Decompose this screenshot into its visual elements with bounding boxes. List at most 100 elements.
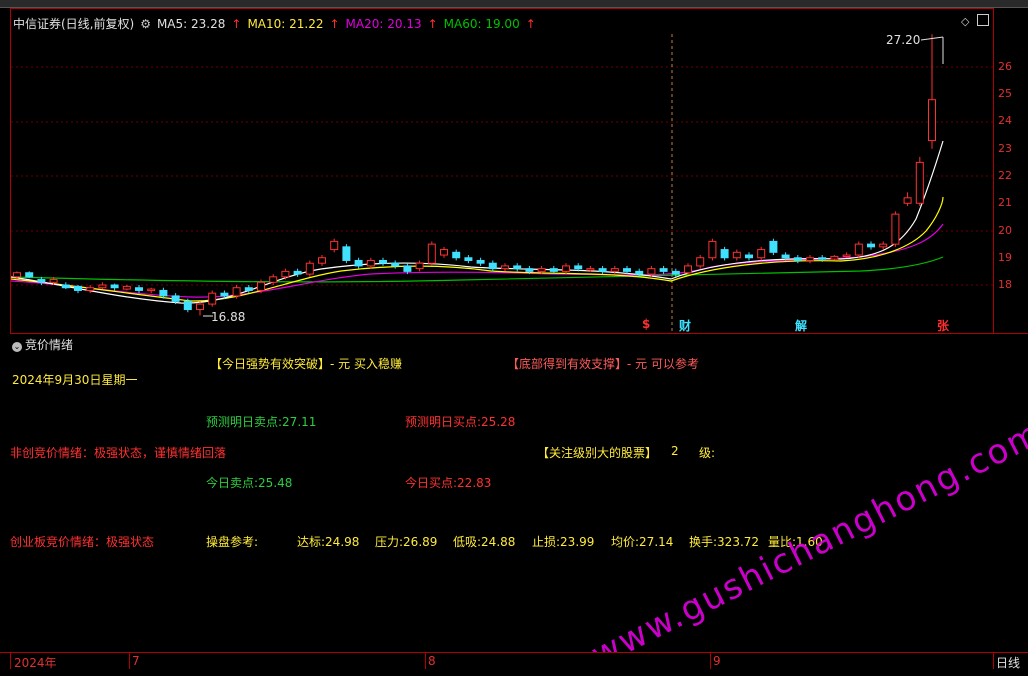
candle-body	[684, 265, 692, 274]
candle-body	[403, 265, 412, 272]
date-year: 2024年	[14, 656, 57, 670]
candle-body	[854, 243, 863, 256]
candle-body	[671, 270, 680, 275]
candle-body	[427, 243, 436, 264]
candle-body	[159, 289, 168, 297]
candle-body	[342, 246, 351, 261]
pred-sell-text: 预测明日卖点:27.11	[206, 415, 317, 429]
candle-body	[98, 284, 107, 289]
focus-label: 【关注级别大的股票】	[537, 446, 658, 460]
price-tick: 25	[998, 87, 1012, 100]
candle-body	[379, 259, 387, 264]
kline-svg[interactable]: 27.20 16.88	[11, 9, 994, 334]
candle-body	[537, 268, 546, 272]
candle-body	[842, 254, 851, 258]
top-menu-strip[interactable]	[0, 0, 1028, 8]
candle-body	[464, 257, 473, 261]
event-tag-dollar[interactable]: $	[642, 317, 650, 331]
ma10-value: MA10: 21.22	[247, 16, 324, 31]
candle-body	[501, 265, 509, 270]
candle-body	[110, 284, 119, 289]
candle-body	[318, 257, 326, 264]
candle-body	[635, 270, 644, 275]
candle-body	[623, 268, 631, 272]
price-axis: 26 25 24 23 22 21 20 19 18	[993, 8, 1028, 333]
candle-body	[135, 287, 143, 291]
candle-body	[879, 243, 888, 248]
candle-body	[391, 262, 400, 267]
target-value: 达标:24.98	[297, 535, 360, 549]
candle-body	[49, 279, 58, 283]
date-month-8: 8	[428, 654, 436, 668]
candle-body	[196, 303, 204, 311]
candle-body	[696, 257, 705, 267]
candle-body	[586, 268, 595, 271]
candle-body	[818, 257, 827, 260]
indicator-title[interactable]: ⌄ 竞价情绪	[12, 336, 73, 353]
mainboard-sentiment: 非创竞价情绪：极强状态，谨慎情绪回落	[10, 446, 227, 460]
candle-body	[147, 288, 156, 292]
ma5-line	[11, 140, 944, 304]
candle-body	[720, 249, 729, 259]
ma5-arrow-icon: ↑	[231, 16, 242, 31]
date-text: 2024年9月30日星期一	[12, 373, 138, 387]
candles-group	[13, 34, 936, 316]
candle-body	[208, 292, 217, 305]
candle-body	[549, 268, 558, 272]
high-label: 27.20	[886, 33, 920, 47]
candle-body	[415, 262, 424, 270]
indicator-panel: ⌄ 竞价情绪 【今日强势有效突破】- 元 买入稳赚 【底部得到有效支撑】- 元 可…	[10, 334, 993, 650]
candle-body	[598, 268, 607, 272]
price-tick: 24	[998, 114, 1012, 127]
stop-loss-value: 止损:23.99	[532, 535, 595, 549]
focus-level: 2	[671, 444, 679, 458]
candle-body	[183, 300, 192, 311]
price-tick: 21	[998, 196, 1012, 209]
price-tick: 18	[998, 278, 1012, 291]
candle-body	[659, 268, 668, 272]
low-label: 16.88	[211, 310, 245, 324]
circle-chevron-icon[interactable]: ⌄	[12, 342, 22, 352]
ma20-value: MA20: 20.13	[345, 16, 422, 31]
candle-body	[452, 251, 461, 259]
turnover-value: 换手:323.72	[689, 535, 760, 549]
event-tag-unlock[interactable]: 解	[795, 317, 807, 334]
square-icon[interactable]	[977, 14, 989, 26]
indicator-title-text: 竞价情绪	[25, 338, 74, 352]
price-tick: 26	[998, 60, 1012, 73]
date-tick	[425, 653, 426, 669]
event-tag-limit-up[interactable]: 张	[937, 317, 949, 334]
candle-body	[757, 249, 766, 259]
candle-body	[122, 285, 131, 290]
candle-body	[732, 251, 741, 259]
date-tick	[710, 653, 711, 669]
gear-icon[interactable]: ⚙	[140, 17, 151, 31]
candle-body	[305, 262, 314, 275]
candle-body	[257, 281, 265, 291]
candle-body	[525, 268, 534, 272]
period-label[interactable]: 日线	[996, 654, 1020, 671]
pred-buy-text: 预测明日买点:25.28	[405, 415, 516, 429]
stock-name[interactable]: 中信证券(日线,前复权)	[13, 15, 134, 32]
candle-body	[354, 259, 363, 267]
candle-body	[61, 284, 70, 289]
candle-body	[915, 161, 924, 204]
event-tag-finance[interactable]: 财	[679, 317, 691, 334]
candle-body	[476, 259, 485, 264]
candle-body	[74, 285, 82, 291]
low-absorb-value: 低吸:24.88	[453, 535, 516, 549]
price-tick: 19	[998, 251, 1012, 264]
chinext-sentiment: 创业板竞价情绪：极强状态	[10, 535, 155, 549]
candle-body	[708, 240, 717, 259]
candle-body	[440, 249, 448, 256]
candle-body	[25, 272, 34, 278]
candle-body	[269, 276, 278, 283]
candle-body	[574, 265, 583, 270]
candle-body	[781, 254, 790, 259]
ma5-value: MA5: 23.28	[156, 16, 226, 31]
price-tick: 22	[998, 169, 1012, 182]
diamond-icon[interactable]: ◇	[961, 15, 969, 28]
ma60-arrow-icon: ↑	[525, 16, 536, 31]
breakout-text: 【今日强势有效突破】- 元 买入稳赚	[210, 357, 402, 371]
kline-chart[interactable]: 27.20 16.88 中信证券(日线,前复权) ⚙ MA5: 23.28 ↑ M…	[10, 8, 994, 334]
